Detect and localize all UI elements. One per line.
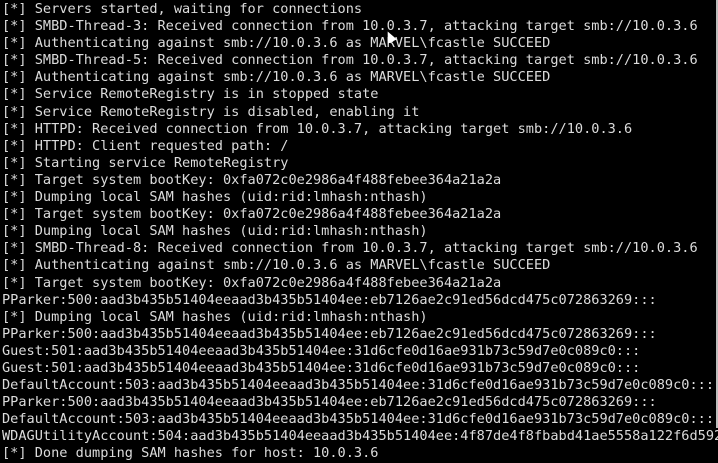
terminal-line: [*] Starting service RemoteRegistry bbox=[2, 154, 289, 171]
terminal-line: [*] Service RemoteRegistry is in stopped… bbox=[2, 86, 379, 103]
terminal-line: [*] Target system bootKey: 0xfa072c0e298… bbox=[2, 171, 502, 188]
terminal-line: [*] Target system bootKey: 0xfa072c0e298… bbox=[2, 206, 502, 223]
terminal-line: [*] Dumping local SAM hashes (uid:rid:lm… bbox=[2, 189, 428, 206]
terminal-line: WDAGUtilityAccount:504:aad3b435b51404eea… bbox=[2, 428, 718, 445]
terminal-line: [*] Service RemoteRegistry is disabled, … bbox=[2, 103, 420, 120]
terminal-line: [*] SMBD-Thread-5: Received connection f… bbox=[2, 52, 698, 69]
terminal-line: [*] Done dumping SAM hashes for host: 10… bbox=[2, 445, 379, 462]
terminal-line: [*] SMBD-Thread-8: Received connection f… bbox=[2, 240, 698, 257]
terminal-line: Guest:501:aad3b435b51404eeaad3b435b51404… bbox=[2, 359, 641, 376]
terminal-line: [*] SMBD-Thread-3: Received connection f… bbox=[2, 18, 698, 35]
terminal-line: PParker:500:aad3b435b51404eeaad3b435b514… bbox=[2, 291, 657, 308]
terminal-output[interactable]: [*] Servers started, waiting for connect… bbox=[2, 1, 718, 461]
terminal-line: Guest:501:aad3b435b51404eeaad3b435b51404… bbox=[2, 342, 641, 359]
terminal-line: [*] Dumping local SAM hashes (uid:rid:lm… bbox=[2, 223, 428, 240]
terminal-line: DefaultAccount:503:aad3b435b51404eeaad3b… bbox=[2, 411, 715, 428]
terminal-line: [*] Authenticating against smb://10.0.3.… bbox=[2, 257, 551, 274]
terminal-line: [*] Authenticating against smb://10.0.3.… bbox=[2, 35, 551, 52]
terminal-line: DefaultAccount:503:aad3b435b51404eeaad3b… bbox=[2, 377, 715, 394]
terminal-line: [*] Dumping local SAM hashes (uid:rid:lm… bbox=[2, 308, 428, 325]
terminal-line: [*] Servers started, waiting for connect… bbox=[2, 1, 363, 17]
terminal-line: PParker:500:aad3b435b51404eeaad3b435b514… bbox=[2, 325, 657, 342]
terminal-line: [*] HTTPD: Received connection from 10.0… bbox=[2, 120, 633, 137]
terminal-line: PParker:500:aad3b435b51404eeaad3b435b514… bbox=[2, 394, 657, 411]
terminal-line: [*] Authenticating against smb://10.0.3.… bbox=[2, 69, 551, 86]
terminal-line: [*] HTTPD: Client requested path: / bbox=[2, 137, 289, 154]
terminal-line: [*] Target system bootKey: 0xfa072c0e298… bbox=[2, 274, 502, 291]
